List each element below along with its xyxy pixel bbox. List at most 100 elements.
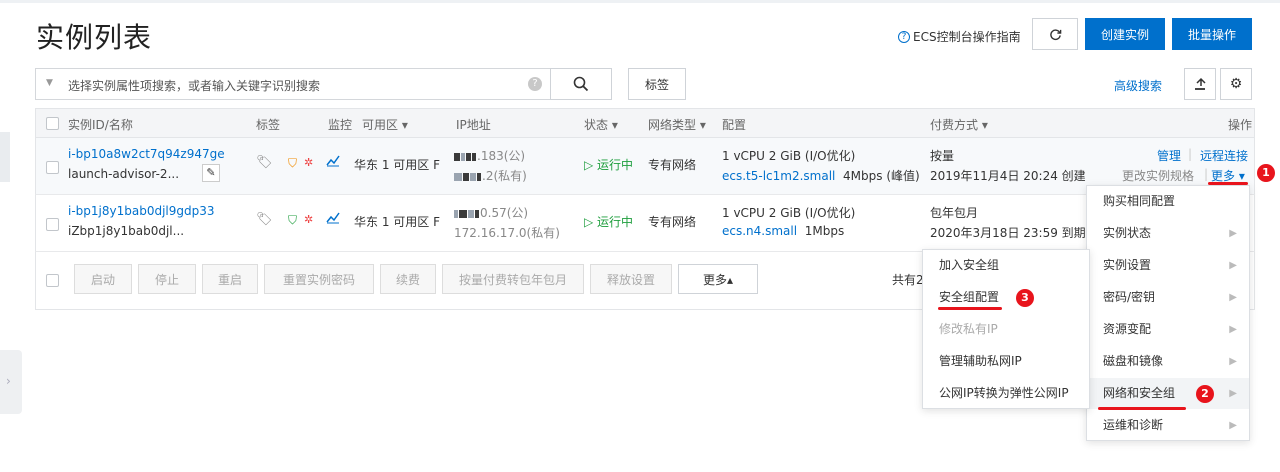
zone-text: 华东 1 可用区 F: [354, 215, 440, 229]
action-separator: |: [1188, 147, 1193, 161]
chevron-right-icon: ▶: [1229, 292, 1237, 303]
chevron-right-icon: ▶: [1229, 324, 1237, 335]
menu-item-instance-status[interactable]: 实例状态 ▶: [1087, 218, 1249, 249]
manage-link[interactable]: 管理: [1157, 147, 1181, 164]
col-actions: 操作: [1228, 118, 1253, 132]
chevron-right-icon: ▶: [1229, 356, 1237, 367]
bulk-more-button[interactable]: 更多▴: [678, 264, 758, 294]
plugin-icon[interactable]: ✲: [304, 156, 313, 169]
col-ip: IP地址: [456, 118, 491, 132]
billing-date: 2020年3月18日 23:59 到期: [930, 226, 1086, 240]
reset-password-button[interactable]: 重置实例密码: [264, 264, 374, 294]
network-type: 专有网络: [648, 158, 697, 172]
plugin-icon[interactable]: ✲: [304, 213, 313, 226]
page-title: 实例列表: [36, 21, 153, 54]
remote-connect-link[interactable]: 远程连接: [1200, 147, 1248, 164]
ip-private: .2(私有): [454, 167, 527, 184]
chevron-right-icon: ▶: [1229, 260, 1237, 271]
stop-button[interactable]: 停止: [138, 264, 196, 294]
menu-item-buy-same[interactable]: 购买相同配置: [1087, 186, 1249, 217]
network-security-submenu: 加入安全组 安全组配置 修改私有IP 管理辅助私网IP 公网IP转换为弹性公网I…: [922, 249, 1090, 409]
status-running: ▷ 运行中: [584, 158, 634, 172]
col-config: 配置: [722, 118, 747, 132]
shield-icon[interactable]: ⛉: [288, 213, 297, 228]
menu-item-password-key[interactable]: 密码/密钥 ▶: [1087, 282, 1249, 313]
monitor-chart-icon[interactable]: [326, 211, 340, 227]
refresh-button[interactable]: [1032, 18, 1078, 50]
export-button[interactable]: [1184, 68, 1216, 100]
start-button[interactable]: 启动: [74, 264, 132, 294]
zone-text: 华东 1 可用区 F: [354, 158, 440, 172]
col-billing[interactable]: 付费方式 ▾: [930, 116, 988, 133]
search-button[interactable]: [550, 68, 612, 100]
renew-button[interactable]: 续费: [380, 264, 436, 294]
action-separator: |: [1204, 167, 1209, 181]
sidebar-edge: [0, 132, 10, 182]
guide-link[interactable]: ? ECS控制台操作指南: [898, 28, 1021, 45]
billing-type: 按量: [930, 149, 955, 163]
search-placeholder: 选择实例属性项搜索，或者输入关键字识别搜索: [68, 79, 321, 93]
annotation-badge-1: 1: [1257, 164, 1275, 182]
restart-button[interactable]: 重启: [202, 264, 258, 294]
release-settings-button[interactable]: 释放设置: [590, 264, 672, 294]
convert-billing-button[interactable]: 按量付费转包年包月: [442, 264, 584, 294]
help-icon[interactable]: ?: [528, 77, 542, 91]
tag-icon[interactable]: 🏷: [256, 212, 273, 227]
annotation-underline-2: [1098, 407, 1186, 410]
shield-icon[interactable]: ⛉: [288, 156, 297, 171]
sidebar-toggle[interactable]: ›: [0, 350, 22, 414]
table-header: 实例ID/名称 标签 监控 可用区 ▾ IP地址 状态 ▾ 网络类型 ▾ 配置 …: [35, 108, 1255, 138]
search-box[interactable]: ▼ 选择实例属性项搜索，或者输入关键字识别搜索 ?: [35, 68, 551, 100]
menu-item-ops-diagnosis[interactable]: 运维和诊断 ▶: [1087, 410, 1249, 441]
monitor-chart-icon[interactable]: [326, 154, 340, 170]
tag-icon[interactable]: 🏷: [256, 155, 273, 170]
more-actions-menu: 购买相同配置 实例状态 ▶ 实例设置 ▶ 密码/密钥 ▶ 资源变配 ▶ 磁盘和镜像 ▶ 网…: [1086, 185, 1250, 441]
edit-icon[interactable]: ✎: [202, 164, 220, 182]
bulk-select-checkbox[interactable]: [46, 274, 59, 287]
annotation-underline-1: [1208, 182, 1248, 185]
chevron-right-icon: ›: [6, 374, 11, 388]
row-checkbox[interactable]: [46, 161, 59, 174]
config-type: ecs.n4.small 1Mbps: [722, 224, 845, 238]
instance-id-link[interactable]: i-bp10a8w2ct7q94z947ge: [68, 147, 225, 161]
config-type: ecs.t5-lc1m2.small 4Mbps (峰值): [722, 169, 920, 183]
billing-type: 包年包月: [930, 206, 979, 220]
submenu-join-security-group[interactable]: 加入安全组: [923, 250, 1089, 281]
top-divider: [0, 0, 1280, 3]
advanced-search-link[interactable]: 高级搜索: [1114, 77, 1162, 94]
col-network[interactable]: 网络类型 ▾: [648, 116, 706, 133]
billing-date: 2019年11月4日 20:24 创建: [930, 169, 1086, 183]
chevron-right-icon: ▶: [1229, 388, 1237, 399]
row-checkbox[interactable]: [46, 218, 59, 231]
instance-id-link[interactable]: i-bp1j8y1bab0djl9gdp33: [68, 204, 215, 218]
change-spec-link[interactable]: 更改实例规格: [1122, 167, 1194, 184]
table-row: i-bp10a8w2ct7q94z947ge launch-advisor-2.…: [35, 138, 1255, 195]
menu-item-instance-settings[interactable]: 实例设置 ▶: [1087, 250, 1249, 281]
guide-link-label: ECS控制台操作指南: [913, 30, 1021, 44]
col-tags: 标签: [256, 118, 281, 132]
create-instance-button[interactable]: 创建实例: [1085, 18, 1165, 50]
col-status[interactable]: 状态 ▾: [584, 116, 618, 133]
submenu-convert-eip[interactable]: 公网IP转换为弹性公网IP: [923, 378, 1089, 409]
status-running: ▷ 运行中: [584, 215, 634, 229]
select-all-checkbox[interactable]: [46, 117, 59, 130]
tag-filter-button[interactable]: 标签: [628, 68, 686, 100]
gear-icon: ⚙: [1229, 76, 1243, 92]
ip-private: 172.16.17.0(私有): [454, 226, 560, 240]
submenu-modify-private-ip[interactable]: 修改私有IP: [923, 314, 1089, 345]
caret-down-icon[interactable]: ▼: [46, 78, 53, 88]
ip-public: 0.57(公): [454, 204, 528, 221]
annotation-badge-2: 2: [1196, 385, 1214, 403]
search-icon: [573, 76, 589, 92]
instance-name: launch-advisor-2...: [68, 167, 180, 181]
table-row: i-bp1j8y1bab0djl9gdp33 iZbp1j8y1bab0djl.…: [35, 195, 1255, 252]
menu-item-network-security[interactable]: 网络和安全组 ▶: [1087, 378, 1249, 409]
annotation-badge-3: 3: [1016, 289, 1034, 307]
export-icon: [1195, 77, 1206, 90]
batch-operation-button[interactable]: 批量操作: [1172, 18, 1252, 50]
settings-button[interactable]: ⚙: [1220, 68, 1252, 100]
submenu-manage-secondary-ip[interactable]: 管理辅助私网IP: [923, 346, 1089, 377]
menu-item-resource-change[interactable]: 资源变配 ▶: [1087, 314, 1249, 345]
col-zone[interactable]: 可用区 ▾: [362, 116, 408, 133]
menu-item-disk-image[interactable]: 磁盘和镜像 ▶: [1087, 346, 1249, 377]
